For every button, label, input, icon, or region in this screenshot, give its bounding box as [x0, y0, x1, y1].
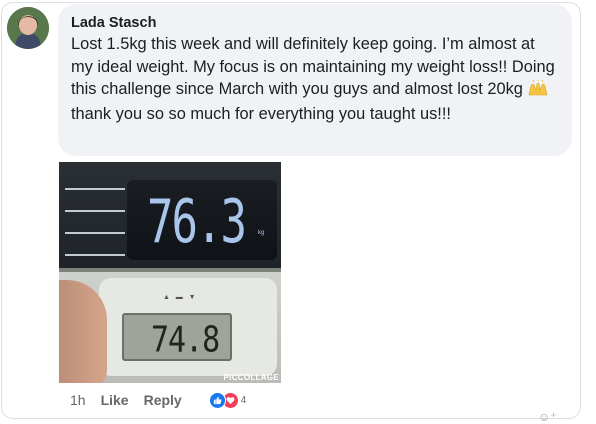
like-reaction-icon	[208, 391, 226, 409]
reply-button[interactable]: Reply	[144, 392, 182, 408]
scale-photo-before: 76.3 kg	[59, 162, 281, 268]
scale-reading-before: 76.3	[147, 188, 247, 257]
comment-text-part2: thank you so so much for everything you …	[71, 104, 451, 123]
reaction-count: 4	[240, 394, 247, 406]
reaction-summary[interactable]: 4	[208, 391, 247, 409]
avatar-photo	[7, 7, 49, 49]
scale-unit-before: kg	[258, 230, 265, 236]
scale-photo-after: ▲ ▬ ▼ 74.8 PICCOLLAGE	[59, 272, 281, 383]
scale-segment-lines	[65, 180, 127, 256]
scale-arrow-icons: ▲ ▬ ▼	[163, 294, 196, 301]
comment-bubble: Lada Stasch Lost 1.5kg this week and wil…	[58, 4, 572, 156]
comment-actions: 1h Like Reply 4	[70, 391, 246, 409]
add-reaction-icon[interactable]: ☺⁺	[538, 410, 557, 424]
raised-hands-icon	[527, 79, 549, 103]
avatar[interactable]	[7, 7, 49, 49]
comment-text-part1: Lost 1.5kg this week and will definitely…	[71, 35, 555, 98]
comment-author[interactable]: Lada Stasch	[71, 13, 560, 33]
scale-reading-after: 74.8	[151, 319, 220, 361]
comment-photo[interactable]: 76.3 kg ▲ ▬ ▼ 74.8 PICCOLLAGE	[59, 162, 281, 383]
comment-text: Lost 1.5kg this week and will definitely…	[71, 33, 560, 125]
collage-watermark: PICCOLLAGE	[223, 373, 279, 382]
like-button[interactable]: Like	[101, 392, 129, 408]
comment-timestamp[interactable]: 1h	[70, 392, 86, 408]
